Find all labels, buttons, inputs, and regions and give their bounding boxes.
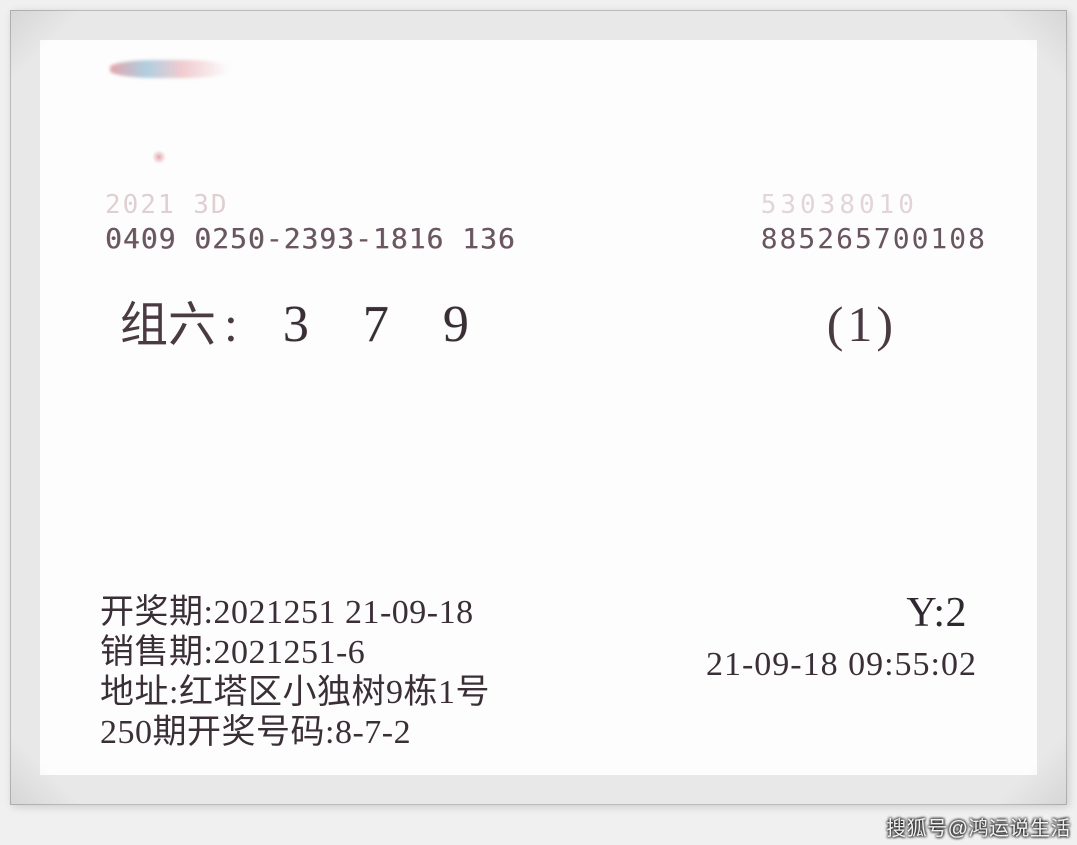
digit-1: 3 [256, 295, 336, 354]
row-prev: 250期开奖号码: 8-7-2 [100, 713, 997, 753]
serial-right-faded: 53038010 [761, 190, 987, 220]
group-label: 组六 [120, 285, 216, 355]
serial-left: 2021 3D 0409 0250-2393-1816 136 [105, 190, 516, 255]
digit-3: 9 [416, 295, 496, 354]
serial-right: 53038010 885265700108 [761, 190, 987, 255]
lottery-ticket: 2021 3D 0409 0250-2393-1816 136 53038010… [40, 40, 1037, 775]
price: Y:2 [906, 589, 967, 639]
photo-frame: 2021 3D 0409 0250-2393-1816 136 53038010… [10, 10, 1067, 805]
serial-row: 2021 3D 0409 0250-2393-1816 136 53038010… [105, 190, 987, 255]
logo-smudge [110, 60, 230, 78]
group-colon: : [224, 295, 238, 353]
footer-block: 开奖期: 2021251 21-09-18 销售期: 2021251-6 地址:… [100, 593, 997, 753]
addr-value: 红塔区小独树9栋1号 [179, 673, 490, 713]
logo-dot [152, 150, 166, 164]
addr-label: 地址: [100, 673, 179, 713]
serial-left-faded: 2021 3D [105, 190, 516, 220]
multiplier: (1) [827, 295, 897, 353]
prev-label: 250期开奖号码: [100, 713, 335, 753]
digit-2: 7 [336, 295, 416, 354]
price-label: Y: [906, 590, 945, 636]
draw-value: 2021251 21-09-18 [213, 593, 473, 633]
price-value: 2 [946, 590, 968, 636]
timestamp: 21-09-18 09:55:02 [706, 645, 977, 685]
sale-label: 销售期: [100, 633, 213, 673]
row-draw: 开奖期: 2021251 21-09-18 [100, 593, 997, 633]
prev-value: 8-7-2 [335, 713, 411, 753]
serial-left-code: 0409 0250-2393-1816 136 [105, 222, 516, 255]
watermark: 搜狐号@鸿运说生活 [886, 812, 1071, 841]
draw-label: 开奖期: [100, 593, 213, 633]
sale-value: 2021251-6 [213, 633, 365, 673]
serial-right-code: 885265700108 [761, 222, 987, 255]
numbers-row: 组六 : 3 7 9 (1) [120, 285, 977, 355]
